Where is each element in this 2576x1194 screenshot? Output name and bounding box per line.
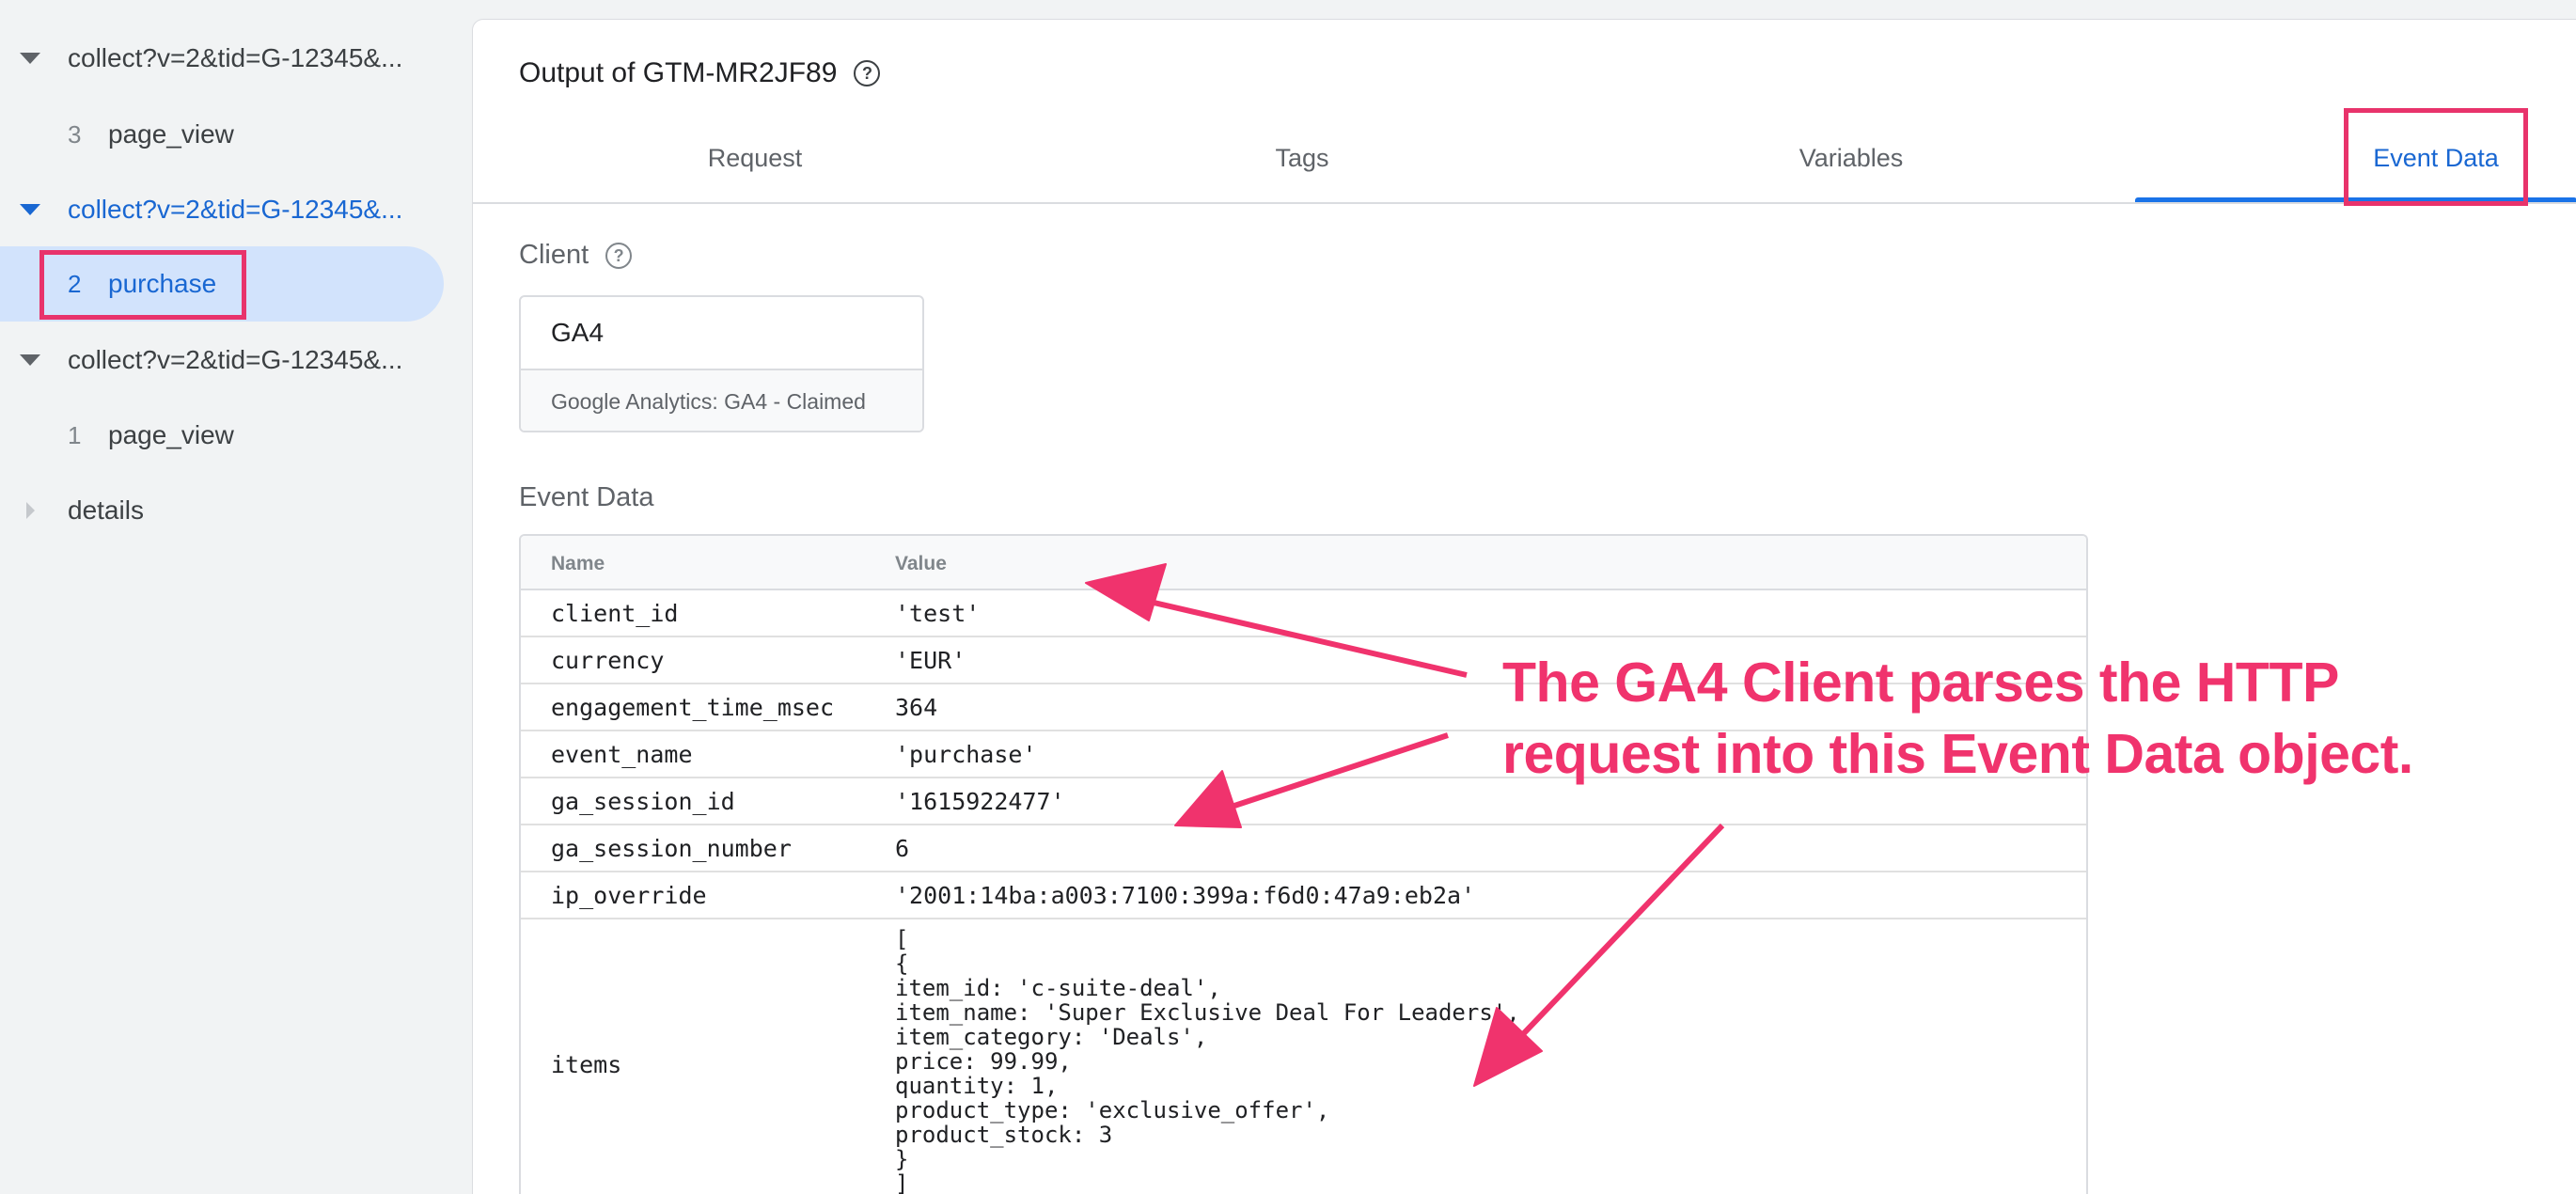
event-data-label-text: Event Data <box>519 482 654 512</box>
sidebar-request-label: collect?v=2&tid=G-12345&... <box>68 345 403 374</box>
annotation-line-1: The GA4 Client parses the HTTP <box>1502 652 2339 714</box>
row-value: 'EUR' <box>895 647 966 674</box>
column-header-name: Name <box>551 553 605 574</box>
chevron-down-icon[interactable] <box>19 349 41 371</box>
sidebar-event-page-view-3[interactable]: 3 page_view <box>0 97 444 172</box>
table-row-items: items [ { item_id: 'c-suite-deal', item_… <box>521 919 2086 1194</box>
help-icon[interactable]: ? <box>854 60 881 86</box>
tab-event-data[interactable]: Event Data <box>2344 112 2528 204</box>
tab-tags[interactable]: Tags <box>1020 112 1584 204</box>
sidebar: collect?v=2&tid=G-12345&... 3 page_view … <box>0 0 472 1194</box>
event-number: 1 <box>68 420 82 449</box>
event-number: 3 <box>68 119 82 149</box>
chevron-down-icon[interactable] <box>19 47 41 70</box>
tab-label: Tags <box>1275 143 1329 172</box>
event-number: 2 <box>68 269 82 298</box>
row-value: 6 <box>895 835 910 862</box>
table-header: Name Value <box>521 536 2086 590</box>
tab-label: Request <box>707 143 803 172</box>
table-row: ip_override '2001:14ba:a003:7100:399a:f6d… <box>521 872 2086 919</box>
row-name: ga_session_id <box>551 788 735 815</box>
table-row: client_id 'test' <box>521 590 2086 637</box>
row-name: ip_override <box>551 882 707 909</box>
tab-request[interactable]: Request <box>473 112 1037 204</box>
client-section-label: Client ? <box>519 240 633 271</box>
row-value: 'purchase' <box>895 741 1037 768</box>
client-status: Google Analytics: GA4 - Claimed <box>521 370 922 431</box>
row-value: 'test' <box>895 600 981 627</box>
event-label: page_view <box>108 420 234 449</box>
tab-bar: Request Tags Variables Event Data <box>473 112 2576 204</box>
sidebar-request-group-3[interactable]: collect?v=2&tid=G-12345&... <box>0 322 444 398</box>
annotation-line-2: request into this Event Data object. <box>1502 723 2413 785</box>
page-title: Output of GTM-MR2JF89 ? <box>519 57 881 89</box>
sidebar-event-purchase[interactable]: 2 purchase <box>0 246 444 322</box>
tab-variables[interactable]: Variables <box>1569 112 2133 204</box>
row-name: currency <box>551 647 665 674</box>
sidebar-details-label: details <box>68 495 144 525</box>
main-panel: Output of GTM-MR2JF89 ? Request Tags Var… <box>472 19 2576 1194</box>
table-row: ga_session_number 6 <box>521 825 2086 872</box>
client-card[interactable]: GA4 Google Analytics: GA4 - Claimed <box>519 295 924 432</box>
gtm-server-preview: collect?v=2&tid=G-12345&... 3 page_view … <box>0 0 2576 1194</box>
active-tab-indicator <box>2135 197 2576 202</box>
row-name: event_name <box>551 741 693 768</box>
sidebar-request-label: collect?v=2&tid=G-12345&... <box>68 43 403 72</box>
row-name: engagement_time_msec <box>551 694 835 721</box>
event-data-section-label: Event Data <box>519 482 653 513</box>
column-header-value: Value <box>895 553 947 574</box>
sidebar-request-label: collect?v=2&tid=G-12345&... <box>68 195 403 224</box>
help-icon[interactable]: ? <box>605 242 633 269</box>
sidebar-details[interactable]: details <box>0 473 444 548</box>
tab-label: Event Data <box>2373 143 2499 172</box>
row-value: '1615922477' <box>895 788 1065 815</box>
row-value: 364 <box>895 694 938 721</box>
row-name: ga_session_number <box>551 835 792 862</box>
row-name: client_id <box>551 600 679 627</box>
row-value: [ { item_id: 'c-suite-deal', item_name: … <box>895 926 1520 1194</box>
sidebar-request-group-1[interactable]: collect?v=2&tid=G-12345&... <box>0 21 444 96</box>
page-title-text: Output of GTM-MR2JF89 <box>519 57 838 88</box>
event-label: purchase <box>108 269 217 298</box>
row-value: '2001:14ba:a003:7100:399a:f6d0:47a9:eb2a… <box>895 882 1476 909</box>
chevron-down-icon[interactable] <box>19 198 41 221</box>
sidebar-request-group-2[interactable]: collect?v=2&tid=G-12345&... <box>0 172 444 247</box>
tab-label: Variables <box>1798 143 1904 172</box>
client-name: GA4 <box>521 297 922 370</box>
event-data-table: Name Value client_id 'test' currency 'EUR' e… <box>519 534 2088 1194</box>
annotation-text: The GA4 Client parses the HTTP request i… <box>1502 647 2537 790</box>
row-name: items <box>551 1051 622 1078</box>
event-label: page_view <box>108 119 234 149</box>
sidebar-event-page-view-1[interactable]: 1 page_view <box>0 398 444 473</box>
client-label-text: Client <box>519 240 589 270</box>
chevron-right-icon[interactable] <box>19 499 41 522</box>
